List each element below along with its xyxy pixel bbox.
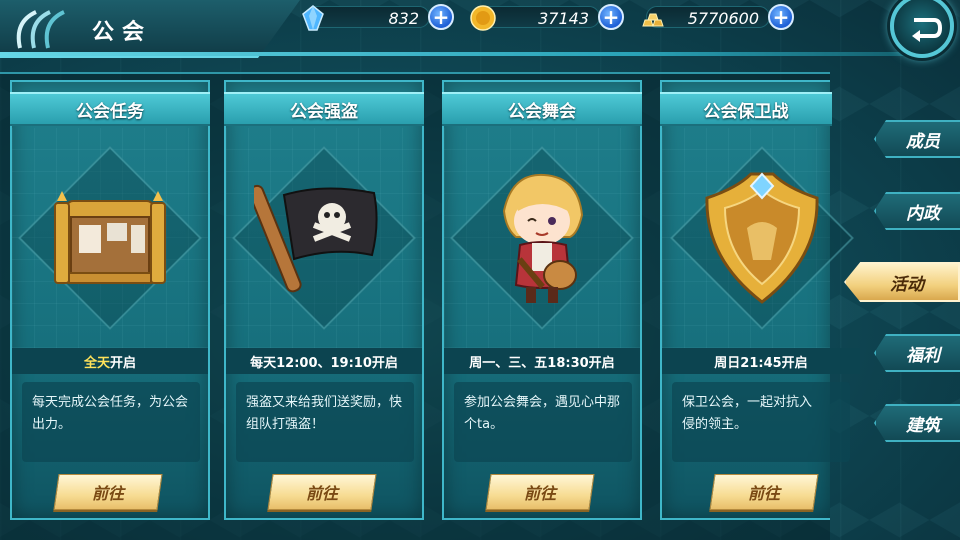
gold-bars-icon <box>642 13 664 27</box>
bulletin-board-icon <box>54 191 166 284</box>
golden-shield-icon <box>705 172 819 304</box>
card-title: 公会保卫战 <box>660 92 832 126</box>
nav-members[interactable]: 成员 <box>874 120 960 158</box>
card-art <box>12 128 208 348</box>
nav-buildings[interactable]: 建筑 <box>874 404 960 442</box>
card-description: 每天完成公会任务，为公会出力。 <box>22 382 200 462</box>
add-bars-button[interactable]: + <box>768 4 794 30</box>
go-button-label: 前往 <box>305 484 338 503</box>
card-art <box>226 128 422 348</box>
resource-gold: 37143 + <box>470 4 624 31</box>
card-description: 参加公会舞会，遇见心中那个ta。 <box>454 382 632 462</box>
card-schedule: 周一、三、五18:30开启 <box>444 348 640 374</box>
page-title: 公会 <box>92 20 153 45</box>
top-bar: 公会 832 + 37143 + 5770600 + <box>0 0 960 62</box>
activity-card-bandit: 公会强盗 每天12:00、19:10开启 强盗又来给我们送奖励，快组队打强盗！ … <box>224 80 424 520</box>
nav-benefits[interactable]: 福利 <box>874 334 960 372</box>
schedule-text: 开启 <box>110 355 137 371</box>
resource-diamond: 832 + <box>302 4 454 31</box>
return-arrow-icon <box>912 18 942 42</box>
pirate-flag-icon <box>254 184 378 293</box>
nav-label: 建筑 <box>906 415 940 436</box>
go-button[interactable]: 前往 <box>53 474 163 510</box>
go-button[interactable]: 前往 <box>267 474 377 510</box>
blue-crystal-icon <box>302 5 324 31</box>
nav-label: 福利 <box>906 345 940 366</box>
go-button-label: 前往 <box>523 484 556 503</box>
nav-internal-affairs[interactable]: 内政 <box>874 192 960 230</box>
card-title: 公会任务 <box>10 92 210 126</box>
card-schedule: 全天 开启 <box>12 348 208 374</box>
card-art <box>662 128 854 348</box>
schedule-highlight: 全天 <box>83 355 110 371</box>
schedule-text: 周日21:45开启 <box>714 355 808 371</box>
add-diamond-button[interactable]: + <box>428 4 454 30</box>
gold-value: 37143 <box>538 9 589 28</box>
nav-label: 活动 <box>890 274 924 295</box>
card-schedule: 周日21:45开启 <box>662 348 860 374</box>
activity-card-defense: 公会保卫战 周日21:45开启 保卫公会，一起对抗入侵的领主。 前往 <box>660 80 860 520</box>
card-schedule: 每天12:00、19:10开启 <box>226 348 422 374</box>
card-title: 公会舞会 <box>442 92 642 126</box>
activity-card-ball: 公会舞会 周一、三、五18:30开启 参加公会舞会，遇见心中那个ta。 前往 <box>442 80 642 520</box>
card-description: 强盗又来给我们送奖励，快组队打强盗！ <box>236 382 414 462</box>
card-art <box>444 128 640 348</box>
back-arrow-icon[interactable] <box>6 8 66 50</box>
go-button-label: 前往 <box>747 484 780 503</box>
go-button[interactable]: 前往 <box>485 474 595 510</box>
resource-bars: 5770600 + <box>642 4 794 30</box>
nav-label: 内政 <box>906 203 940 224</box>
header-divider <box>0 52 905 56</box>
add-gold-button[interactable]: + <box>598 4 624 30</box>
diamond-value: 832 <box>388 9 419 28</box>
schedule-text: 周一、三、五18:30开启 <box>469 355 615 371</box>
card-description: 保卫公会，一起对抗入侵的领主。 <box>672 382 850 462</box>
schedule-text: 每天12:00、19:10开启 <box>250 355 398 371</box>
gold-coin-icon <box>470 5 496 31</box>
card-title: 公会强盗 <box>224 92 424 126</box>
go-button-label: 前往 <box>91 484 124 503</box>
bard-character-icon <box>502 173 584 303</box>
go-button[interactable]: 前往 <box>709 474 819 510</box>
return-button[interactable] <box>890 0 954 58</box>
nav-activities[interactable]: 活动 <box>844 262 960 302</box>
activity-card-task: 公会任务 全天 开启 每天完成公会任务，为公会出力。 前往 <box>10 80 210 520</box>
nav-label: 成员 <box>906 131 940 152</box>
bars-value: 5770600 <box>687 9 759 28</box>
